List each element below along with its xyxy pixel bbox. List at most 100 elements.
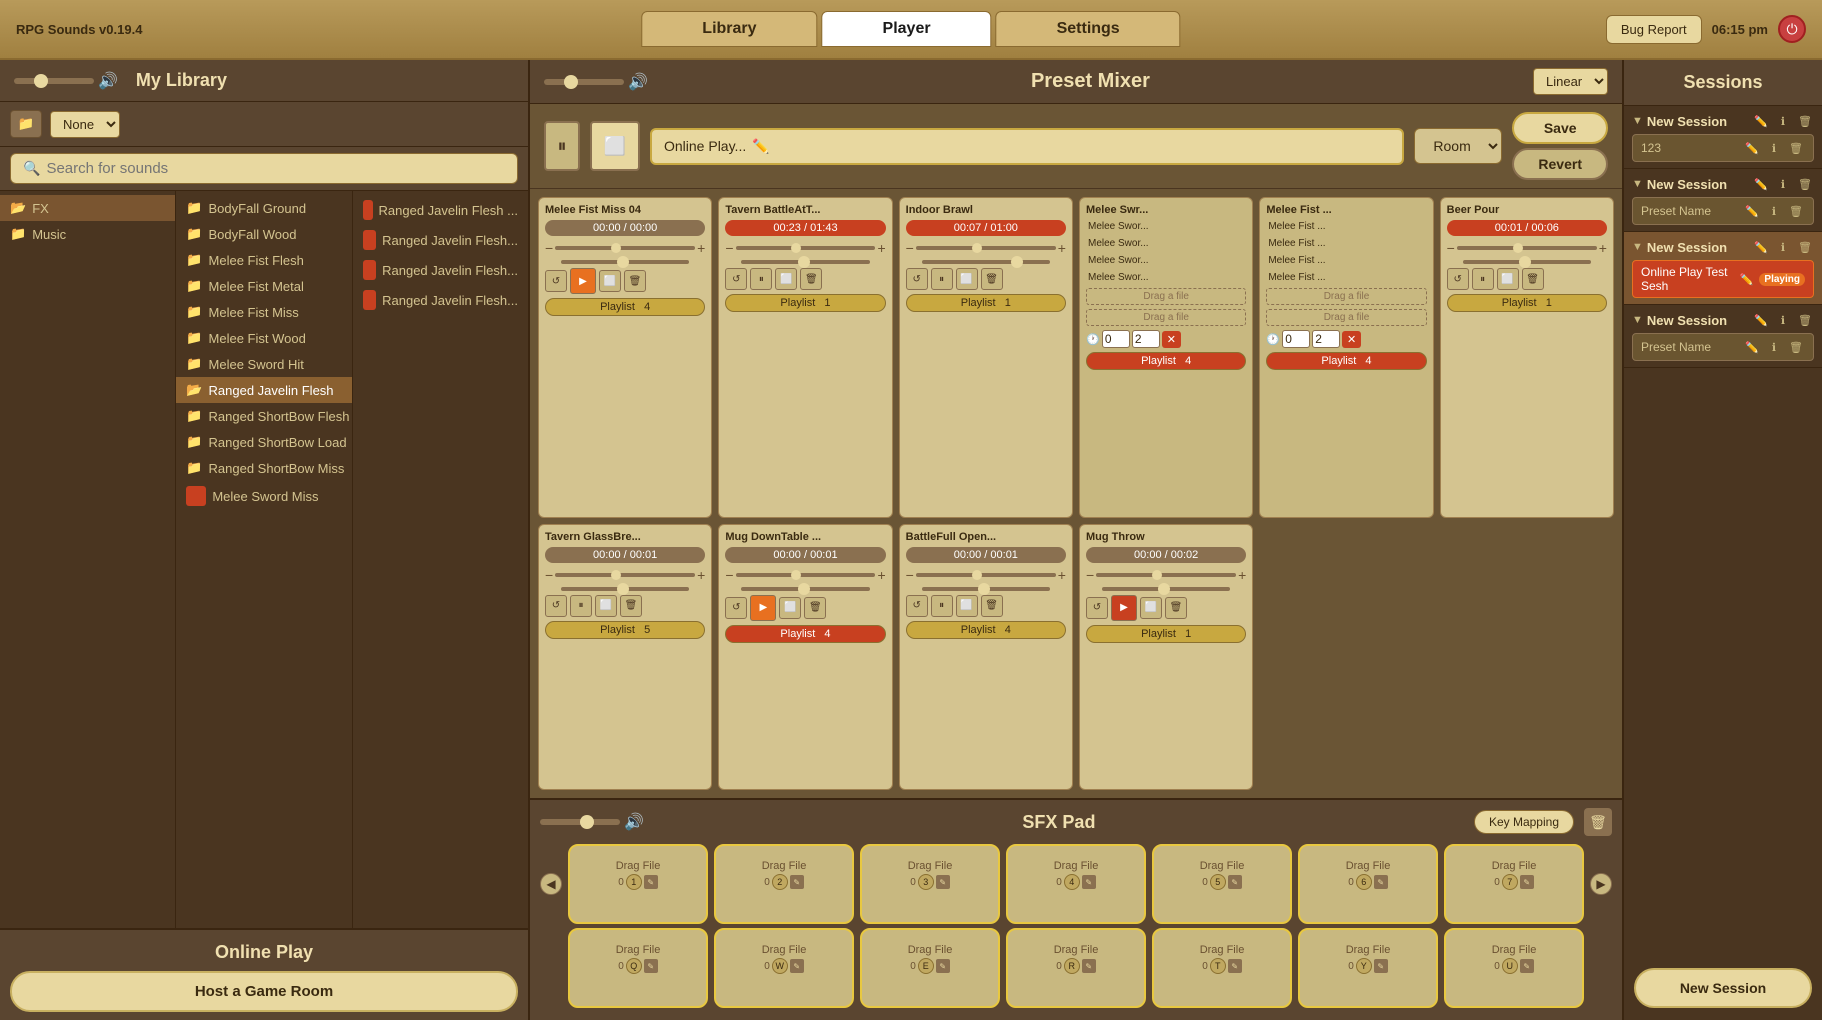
key-mapping-button[interactable]: Key Mapping [1474, 810, 1574, 834]
sfx-pad-1[interactable]: Drag File 0 1 ✎ [568, 844, 708, 924]
pan-thumb[interactable] [1158, 583, 1170, 595]
play-button[interactable]: ▶ [750, 595, 776, 621]
sfx-edit-icon[interactable]: ✎ [644, 959, 658, 973]
collapse-icon-4[interactable]: ▼ [1632, 314, 1643, 326]
num-field-2[interactable] [1132, 330, 1160, 348]
vol-plus[interactable]: + [1599, 240, 1607, 256]
num-field-0[interactable] [1282, 330, 1310, 348]
vol-thumb[interactable] [972, 243, 982, 253]
playlist-button[interactable]: Playlist 4 [725, 625, 885, 643]
vol-plus[interactable]: + [877, 567, 885, 583]
delete-session-2[interactable]: 🗑 [1796, 175, 1814, 193]
close-track-button[interactable]: ✕ [1162, 331, 1181, 348]
room-select[interactable]: Room [1414, 128, 1502, 164]
pause-sound-button[interactable]: ⏸ [931, 595, 953, 617]
pan-thumb[interactable] [617, 256, 629, 268]
num-field-0[interactable] [1102, 330, 1130, 348]
vol-minus[interactable]: − [545, 567, 553, 583]
list-item[interactable]: 📁Melee Fist Metal [176, 273, 351, 299]
sfx-volume-thumb[interactable] [580, 815, 594, 829]
sfx-edit-icon[interactable]: ✎ [790, 875, 804, 889]
pan-track[interactable] [741, 260, 869, 264]
pan-thumb[interactable] [1011, 256, 1023, 268]
delete-sound-button[interactable]: 🗑 [620, 595, 642, 617]
list-item[interactable]: 📁Melee Fist Wood [176, 325, 351, 351]
revert-button[interactable]: Revert [1512, 148, 1608, 180]
pan-track[interactable] [561, 587, 689, 591]
pan-track[interactable] [922, 260, 1050, 264]
folder-icon-button[interactable]: 📁 [10, 110, 42, 138]
drag-file-area[interactable]: Drag a file [1086, 288, 1246, 305]
delete-session-1[interactable]: 🗑 [1796, 112, 1814, 130]
mixer-volume-thumb[interactable] [564, 75, 578, 89]
info-preset-4[interactable]: ℹ [1765, 338, 1783, 356]
vol-minus[interactable]: − [1086, 567, 1094, 583]
pause-button[interactable]: ⏸ [544, 121, 580, 171]
vol-thumb[interactable] [1513, 243, 1523, 253]
sfx-edit-icon[interactable]: ✎ [936, 875, 950, 889]
pan-track[interactable] [922, 587, 1050, 591]
pan-thumb[interactable] [798, 583, 810, 595]
list-item[interactable]: 📁Ranged ShortBow Miss [176, 455, 351, 481]
vol-minus[interactable]: − [906, 567, 914, 583]
sfx-pad-e[interactable]: Drag File 0 E ✎ [860, 928, 1000, 1008]
info-preset-1[interactable]: ℹ [1765, 139, 1783, 157]
playlist-button[interactable]: Playlist 1 [1086, 625, 1246, 643]
power-button[interactable]: ⏻ [1778, 15, 1806, 43]
stop-sound-button[interactable]: ⬜ [775, 268, 797, 290]
vol-thumb[interactable] [1152, 570, 1162, 580]
linear-select[interactable]: Linear [1533, 68, 1608, 95]
loop-button[interactable]: ↺ [725, 268, 747, 290]
sfx-pad-6[interactable]: Drag File 0 6 ✎ [1298, 844, 1438, 924]
pan-thumb[interactable] [617, 583, 629, 595]
sfx-edit-icon[interactable]: ✎ [1228, 959, 1242, 973]
sfx-edit-icon[interactable]: ✎ [1228, 875, 1242, 889]
stop-button[interactable]: ⬜ [590, 121, 640, 171]
sfx-edit-icon[interactable]: ✎ [790, 959, 804, 973]
sfx-pad-y[interactable]: Drag File 0 Y ✎ [1298, 928, 1438, 1008]
vol-slider[interactable] [736, 573, 876, 577]
info-session-3[interactable]: ℹ [1774, 238, 1792, 256]
sfx-edit-icon[interactable]: ✎ [1520, 959, 1534, 973]
info-session-2[interactable]: ℹ [1774, 175, 1792, 193]
num-field-2[interactable] [1312, 330, 1340, 348]
pan-track[interactable] [741, 587, 869, 591]
edit-session-2[interactable]: ✏️ [1752, 175, 1770, 193]
loop-button[interactable]: ↺ [725, 597, 747, 619]
stop-sound-button[interactable]: ⬜ [1497, 268, 1519, 290]
vol-thumb[interactable] [611, 570, 621, 580]
delete-preset-4[interactable]: 🗑 [1787, 338, 1805, 356]
vol-plus[interactable]: + [697, 240, 705, 256]
drag-file-area[interactable]: Drag a file [1266, 309, 1426, 326]
vol-thumb[interactable] [791, 570, 801, 580]
playlist-button[interactable]: Playlist 4 [545, 298, 705, 316]
vol-minus[interactable]: − [1447, 240, 1455, 256]
list-item[interactable]: 📁Melee Fist Flesh [176, 247, 351, 273]
pan-thumb[interactable] [798, 256, 810, 268]
delete-sound-button[interactable]: 🗑 [1522, 268, 1544, 290]
play-button[interactable]: ▶ [1111, 595, 1137, 621]
loop-button[interactable]: ↺ [545, 270, 567, 292]
list-item[interactable]: 📁Ranged ShortBow Load [176, 429, 351, 455]
collapse-icon-1[interactable]: ▼ [1632, 115, 1643, 127]
pan-thumb[interactable] [1519, 256, 1531, 268]
sfx-pad-u[interactable]: Drag File 0 U ✎ [1444, 928, 1584, 1008]
vol-plus[interactable]: + [1058, 240, 1066, 256]
list-item[interactable]: Ranged Javelin Flesh... [353, 225, 528, 255]
sfx-pad-3[interactable]: Drag File 0 3 ✎ [860, 844, 1000, 924]
loop-button[interactable]: ↺ [545, 595, 567, 617]
mixer-volume-control[interactable]: 🔊 [544, 72, 648, 92]
edit-session-icon[interactable]: ✏️ [752, 138, 769, 155]
vol-slider[interactable] [555, 573, 695, 577]
edit-session-3[interactable]: ✏️ [1752, 238, 1770, 256]
delete-sound-button[interactable]: 🗑 [804, 597, 826, 619]
vol-thumb[interactable] [791, 243, 801, 253]
sfx-delete-button[interactable]: 🗑 [1584, 808, 1612, 836]
tab-player[interactable]: Player [822, 11, 992, 47]
vol-slider[interactable] [916, 246, 1056, 250]
list-item[interactable]: 📁Melee Sword Hit [176, 351, 351, 377]
playlist-button[interactable]: Playlist 4 [1086, 352, 1246, 370]
pause-sound-button[interactable]: ⏸ [570, 595, 592, 617]
vol-slider[interactable] [1457, 246, 1597, 250]
session-name-field[interactable]: Online Play... ✏️ [650, 128, 1404, 165]
